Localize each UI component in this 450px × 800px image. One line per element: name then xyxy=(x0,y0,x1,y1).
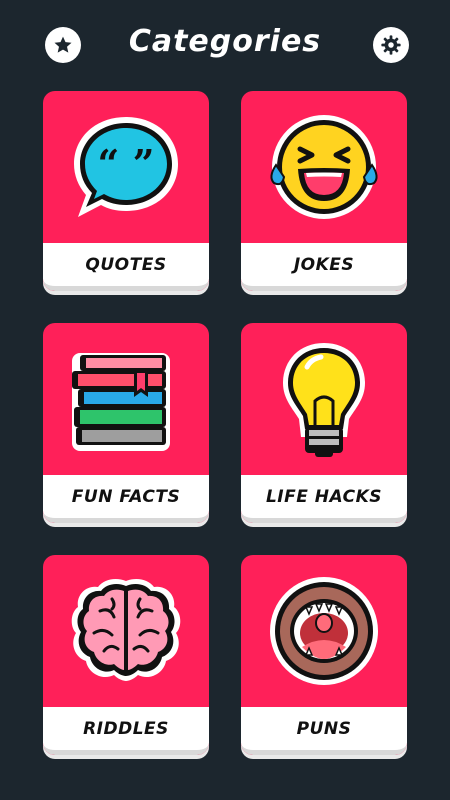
category-card-puns[interactable]: PUNS xyxy=(241,555,407,755)
card-art xyxy=(241,555,407,707)
card-art xyxy=(43,323,209,475)
category-label: RIDDLES xyxy=(83,718,169,739)
svg-text:“ ”: “ ” xyxy=(98,141,155,186)
open-mouth-icon xyxy=(270,577,378,685)
category-label: JOKES xyxy=(293,254,355,275)
book-stack-icon xyxy=(72,353,170,451)
settings-button[interactable] xyxy=(373,27,409,63)
category-label: PUNS xyxy=(296,718,352,739)
card-art xyxy=(241,91,407,243)
speech-bubble-quote-icon: “ ” xyxy=(74,117,178,217)
card-label-bar: RIDDLES xyxy=(43,707,209,755)
card-label-bar: JOKES xyxy=(241,243,407,291)
card-label-bar: QUOTES xyxy=(43,243,209,291)
card-art: “ ” xyxy=(43,91,209,243)
category-card-life-hacks[interactable]: LIFE HACKS xyxy=(241,323,407,523)
card-label-bar: PUNS xyxy=(241,707,407,755)
card-art xyxy=(241,323,407,475)
card-label-bar: FUN FACTS xyxy=(43,475,209,523)
category-label: LIFE HACKS xyxy=(265,486,383,507)
card-label-bar: LIFE HACKS xyxy=(241,475,407,523)
light-bulb-icon xyxy=(283,343,365,457)
category-label: QUOTES xyxy=(85,254,167,275)
category-card-jokes[interactable]: JOKES xyxy=(241,91,407,291)
brain-icon xyxy=(71,579,181,681)
category-label: FUN FACTS xyxy=(71,486,181,507)
category-card-riddles[interactable]: RIDDLES xyxy=(43,555,209,755)
card-art xyxy=(43,555,209,707)
header: Categories xyxy=(0,0,450,92)
laughing-emoji-icon xyxy=(270,115,378,219)
gear-icon xyxy=(381,35,401,55)
category-card-quotes[interactable]: “ ” QUOTES xyxy=(43,91,209,291)
category-card-fun-facts[interactable]: FUN FACTS xyxy=(43,323,209,523)
